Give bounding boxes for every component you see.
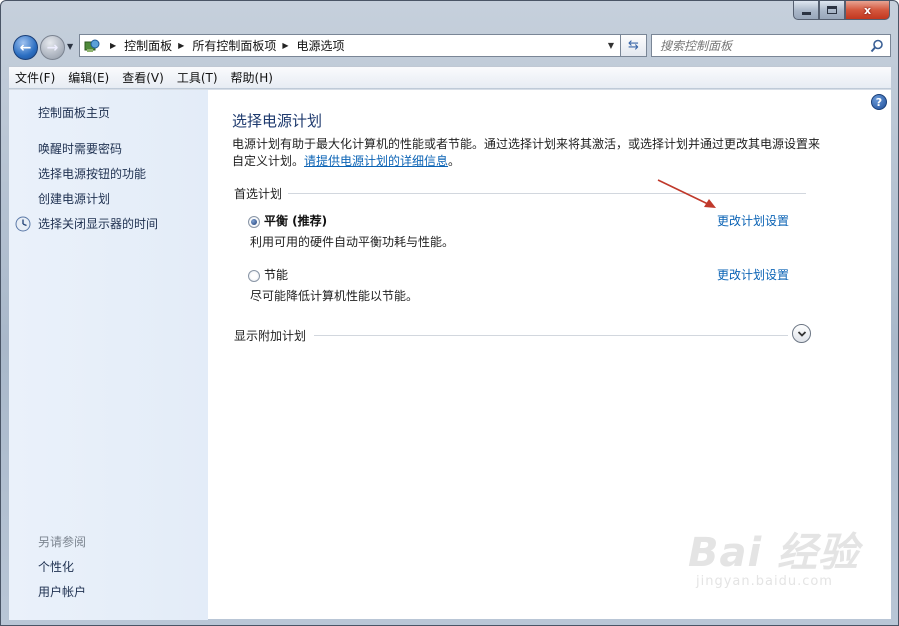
search-icon[interactable] xyxy=(870,39,884,53)
refresh-icon: ⇆ xyxy=(628,38,639,53)
control-panel-icon xyxy=(84,39,100,52)
annotation-arrow xyxy=(657,179,716,208)
group-divider xyxy=(288,193,806,194)
back-arrow-icon: ← xyxy=(19,39,32,56)
group-divider xyxy=(314,335,788,336)
breadcrumb-separator-icon[interactable]: ▶ xyxy=(178,41,184,50)
minimize-button[interactable] xyxy=(793,1,819,20)
navigation-bar: ← → ▼ ▶ 控制面板 ▶ 所有控制面板项 ▶ 电源选项 ▼ ⇆ xyxy=(9,32,893,62)
plan-power-saver-change-settings-link[interactable]: 更改计划设置 xyxy=(717,266,789,283)
plan-balanced-radio[interactable] xyxy=(248,216,260,228)
plan-power-saver-name[interactable]: 节能 xyxy=(264,266,288,283)
menu-file[interactable]: 文件(F) xyxy=(15,69,55,86)
main-panel: ? 选择电源计划 电源计划有助于最大化计算机的性能或者节能。通过选择计划来将其激… xyxy=(208,90,891,620)
sidebar-link-display-off[interactable]: 选择关闭显示器的时间 xyxy=(38,215,158,232)
address-bar[interactable]: ▶ 控制面板 ▶ 所有控制面板项 ▶ 电源选项 ▼ xyxy=(79,34,621,57)
control-panel-window: x ← → ▼ ▶ 控制面板 ▶ 所有控制面板项 ▶ 电源选项 ▼ ⇆ 搜索控制… xyxy=(0,0,899,626)
refresh-button[interactable]: ⇆ xyxy=(621,34,647,57)
plan-balanced-desc: 利用可用的硬件自动平衡功耗与性能。 xyxy=(250,235,455,249)
search-box[interactable] xyxy=(651,34,891,57)
search-input[interactable] xyxy=(660,38,860,53)
baidu-watermark: Bai 经验 jingyan.baidu.com xyxy=(688,520,859,589)
plan-details-link[interactable]: 请提供电源计划的详细信息 xyxy=(304,154,448,168)
menu-help[interactable]: 帮助(H) xyxy=(231,69,273,86)
breadcrumb-item[interactable]: 电源选项 xyxy=(297,37,345,54)
breadcrumb-item[interactable]: 控制面板 xyxy=(124,37,172,54)
breadcrumb-separator-icon[interactable]: ▶ xyxy=(282,41,288,50)
minimize-icon xyxy=(801,11,811,15)
forward-button[interactable]: → xyxy=(40,35,65,60)
preferred-plans-label: 首选计划 xyxy=(234,187,283,201)
plan-balanced-name[interactable]: 平衡 (推荐) xyxy=(264,212,327,229)
close-icon: x xyxy=(863,3,872,17)
recent-pages-dropdown-icon[interactable]: ▼ xyxy=(67,42,73,51)
sidebar-link-power-buttons[interactable]: 选择电源按钮的功能 xyxy=(38,165,146,182)
back-button[interactable]: ← xyxy=(13,35,38,60)
expand-additional-plans-button[interactable] xyxy=(792,324,811,343)
menu-bar: 文件(F) 编辑(E) 查看(V) 工具(T) 帮助(H) xyxy=(9,66,891,88)
maximize-button[interactable] xyxy=(819,1,845,20)
description-end: 。 xyxy=(448,154,461,168)
help-icon[interactable]: ? xyxy=(871,94,887,110)
additional-plans-label[interactable]: 显示附加计划 xyxy=(234,327,306,344)
sidebar-link-create-plan[interactable]: 创建电源计划 xyxy=(38,190,110,207)
content-area: 控制面板主页 唤醒时需要密码 选择电源按钮的功能 创建电源计划 选择关闭显示器的… xyxy=(9,89,891,620)
display-timer-icon xyxy=(15,216,31,232)
plan-power-saver-radio[interactable] xyxy=(248,270,260,282)
see-also-heading: 另请参阅 xyxy=(38,535,87,549)
address-dropdown-icon[interactable]: ▼ xyxy=(608,41,614,50)
breadcrumb: ▶ 控制面板 ▶ 所有控制面板项 ▶ 电源选项 xyxy=(104,37,345,54)
page-title: 选择电源计划 xyxy=(232,112,323,130)
task-sidebar: 控制面板主页 唤醒时需要密码 选择电源按钮的功能 创建电源计划 选择关闭显示器的… xyxy=(9,90,208,620)
caption-buttons: x xyxy=(793,1,890,21)
breadcrumb-item[interactable]: 所有控制面板项 xyxy=(192,37,276,54)
menu-edit[interactable]: 编辑(E) xyxy=(68,69,109,86)
sidebar-link-require-password[interactable]: 唤醒时需要密码 xyxy=(38,140,122,157)
close-button[interactable]: x xyxy=(845,1,890,20)
page-description: 电源计划有助于最大化计算机的性能或者节能。通过选择计划来将其激活，或选择计划并通… xyxy=(232,136,822,170)
watermark-logo: Bai 经验 xyxy=(688,530,860,576)
breadcrumb-separator-icon[interactable]: ▶ xyxy=(110,41,116,50)
menu-tools[interactable]: 工具(T) xyxy=(177,69,218,86)
sidebar-link-personalization[interactable]: 个性化 xyxy=(38,558,74,575)
plan-power-saver-desc: 尽可能降低计算机性能以节能。 xyxy=(250,289,419,303)
control-panel-home-link[interactable]: 控制面板主页 xyxy=(38,104,110,121)
plan-balanced-change-settings-link[interactable]: 更改计划设置 xyxy=(717,212,789,229)
maximize-icon xyxy=(827,6,837,14)
sidebar-link-user-accounts[interactable]: 用户帐户 xyxy=(38,583,86,600)
menu-view[interactable]: 查看(V) xyxy=(122,69,164,86)
chevron-down-icon xyxy=(797,330,806,337)
forward-arrow-icon: → xyxy=(46,39,59,56)
